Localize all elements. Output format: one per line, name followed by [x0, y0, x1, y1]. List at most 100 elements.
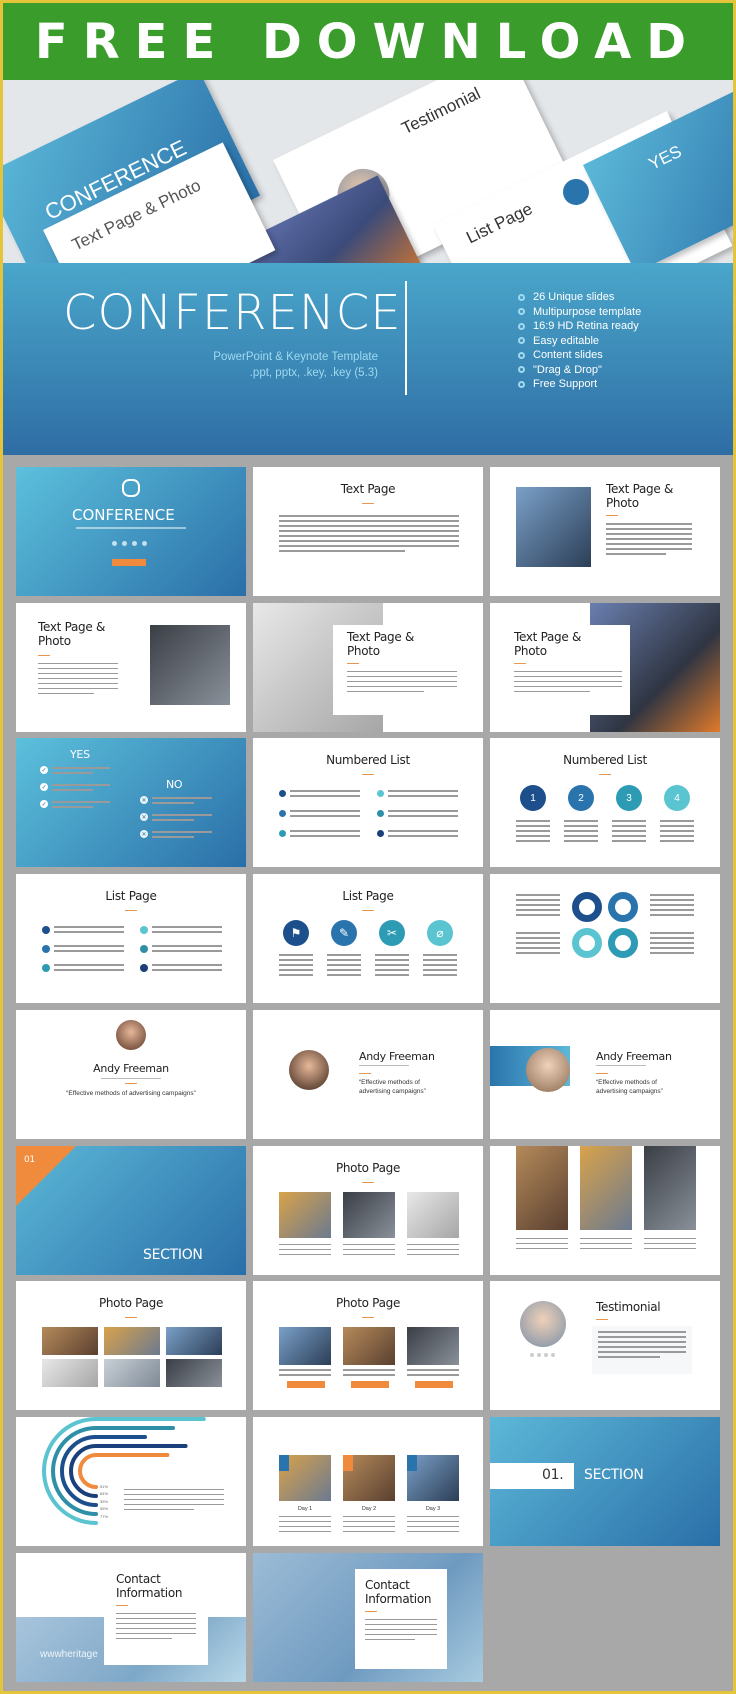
avatar	[526, 1047, 570, 1092]
number-circle: 1	[520, 785, 546, 812]
body-text-lines	[343, 1369, 395, 1379]
slide-title: CONFERENCE	[72, 506, 175, 524]
quote-line: advertising campaigns”	[596, 1087, 663, 1095]
watermark: wwwheritage	[40, 1648, 98, 1660]
title-underline	[514, 662, 526, 664]
slide-thumbnail-section[interactable]: 01 SECTION	[16, 1145, 246, 1275]
title-underline	[362, 774, 374, 776]
photo	[343, 1191, 395, 1238]
number-label: 3	[626, 792, 632, 804]
slide-title: Text Page &	[606, 482, 674, 496]
slide-thumbnail-tp-bgright[interactable]: Text Page & Photo	[490, 602, 720, 732]
slide-thumbnail-contact1[interactable]: Contact Information wwwheritage	[16, 1552, 246, 1682]
photo	[279, 1191, 331, 1238]
avatar	[520, 1301, 566, 1348]
quote-line: “Effective methods of	[596, 1078, 657, 1086]
more-info-button	[415, 1381, 453, 1389]
slide-thumbnail-profile-band[interactable]: Andy Freeman “Effective methods of adverti…	[490, 1009, 720, 1139]
slide-thumbnail-tp-left[interactable]: Text Page & Photo	[490, 467, 720, 596]
slide-title: Information	[365, 1591, 432, 1606]
body-text-lines	[516, 894, 560, 919]
slide-thumbnail-photopage[interactable]: Photo Page	[253, 1145, 483, 1275]
body-text-lines	[279, 954, 313, 979]
paperclip-icon: ⌀	[427, 920, 453, 947]
slide-thumbnail-section2[interactable]: 01. SECTION	[490, 1416, 720, 1546]
slide-thumbnail-cover[interactable]: CONFERENCE	[16, 467, 246, 596]
body-text-lines	[612, 820, 646, 845]
body-text-lines	[375, 954, 409, 979]
slide-thumbnail-testimonial[interactable]: Testimonial	[490, 1281, 720, 1411]
photo	[166, 1359, 222, 1388]
body-text-lines	[152, 797, 212, 807]
slide-title: Text Page &	[514, 629, 582, 644]
list-icon	[140, 926, 148, 935]
social-icon	[530, 1353, 534, 1358]
slide-thumbnail-clover[interactable]	[490, 874, 720, 1004]
arc-series-mark	[78, 1452, 170, 1489]
arc-value-label: 55%	[100, 1506, 109, 1512]
hero-subtitle: PowerPoint & Keynote Template .ppt, pptx…	[213, 349, 378, 381]
slide-thumbnail-iconcircles[interactable]: List Page ⚑ ✎ ✂ ⌀	[253, 874, 483, 1004]
slide-thumbnail-listpage[interactable]: List Page	[16, 874, 246, 1004]
slide-thumbnail-numcircles[interactable]: Numbered List 1 2 3 4	[490, 738, 720, 868]
slide-thumbnail-numlist[interactable]: Numbered List	[253, 738, 483, 868]
body-text-lines	[580, 1237, 632, 1253]
typing-laptop-photo	[150, 624, 230, 705]
slide-title: Andy Freeman	[596, 1049, 672, 1063]
slide-thumbnail-photogrid[interactable]: Photo Page	[16, 1281, 246, 1411]
arc-chart	[42, 1416, 206, 1525]
photo	[516, 1145, 568, 1230]
feature-list: 26 Unique slides Multipurpose template 16:…	[518, 290, 641, 392]
slide-thumbnail-tp-right[interactable]: Text Page & Photo	[16, 602, 246, 732]
slide-thumbnail-photos3[interactable]	[490, 1145, 720, 1275]
slide-thumbnail-contact2[interactable]: Contact Information	[253, 1552, 483, 1682]
hero-preview-collage: CONFERENCE Testimonial Text Page & Photo…	[3, 80, 733, 263]
feature-label: "Drag & Drop"	[533, 363, 602, 376]
feature-label: 16:9 HD Retina ready	[533, 320, 639, 333]
body-text-lines	[116, 1612, 196, 1643]
slide-thumbnail-text[interactable]: Text Page	[253, 467, 483, 596]
slide-thumbnail-yesno[interactable]: YES NO ✓ ✕ ✓ ✕ ✓ ✕	[16, 738, 246, 868]
slide-title: Text Page	[340, 482, 396, 496]
slide-title: Andy Freeman	[359, 1049, 435, 1063]
circle-bullet-icon	[518, 380, 525, 388]
slide-thumbnail-photobuttons[interactable]: Photo Page	[253, 1281, 483, 1411]
circle-bullet-icon	[518, 322, 525, 330]
title-underline	[125, 1317, 137, 1319]
feature-label: Free Support	[533, 378, 598, 391]
slide-thumbnail-profile-center[interactable]: Andy Freeman “Effective methods of advert…	[16, 1009, 246, 1139]
slide-title: Information	[116, 1585, 183, 1600]
circle-bullet-icon	[518, 308, 525, 316]
quote: “Effective methods of advertising campaig…	[596, 1078, 663, 1096]
list-icon	[42, 964, 50, 973]
title-underline	[365, 1610, 377, 1612]
body-text-lines	[423, 954, 457, 979]
numbered-bullet-icon	[377, 830, 384, 838]
title-underline	[362, 1317, 374, 1319]
slide-thumbnail-profile-left[interactable]: Andy Freeman “Effective methods of adverti…	[253, 1009, 483, 1139]
slide-thumbnail-days[interactable]: Day 1 Day 2 Day 3	[253, 1416, 483, 1546]
feature-item: "Drag & Drop"	[518, 363, 641, 378]
day-label: Day 3	[425, 1505, 441, 1512]
slide-title: 01.	[542, 1466, 564, 1483]
body-text-lines	[290, 790, 360, 800]
slide-title: Photo	[38, 633, 71, 648]
list-icon	[42, 926, 50, 935]
list-icon	[42, 945, 50, 954]
body-text-lines	[152, 926, 222, 936]
slide-thumbnail-tp-bgleft[interactable]: Text Page & Photo	[253, 602, 483, 732]
preview-yes-label: YES	[645, 141, 685, 174]
day-label: Day 2	[361, 1505, 377, 1512]
slide-title: Photo Page	[98, 1296, 164, 1311]
role-text-line	[359, 1064, 409, 1066]
title-underline	[606, 515, 618, 516]
scissors-icon: ✂	[379, 920, 405, 947]
circle-bullet-icon	[518, 351, 525, 359]
quote: “Effective methods of advertising campai…	[66, 1089, 196, 1097]
body-text-lines	[516, 1237, 568, 1253]
feature-item: Free Support	[518, 377, 641, 392]
number-label: 1	[530, 792, 536, 804]
free-download-banner[interactable]: FREE DOWNLOAD	[3, 3, 733, 80]
photo	[343, 1327, 395, 1366]
slide-thumbnail-arcs[interactable]: 51% 64% 35% 55% 77%	[16, 1416, 246, 1546]
